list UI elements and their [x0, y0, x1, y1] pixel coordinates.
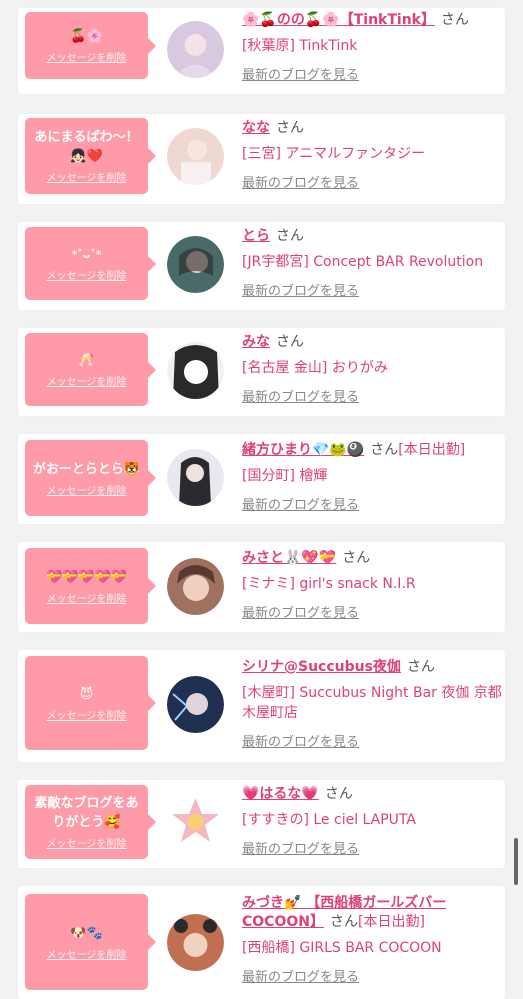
honorific: さん	[276, 334, 304, 350]
message-card: 💝💝💝💝💝 メッセージを削除 みさと🐰💖💝 さん [ミナミ] girl's sna…	[18, 542, 505, 632]
profile-info: シリナ@Succubus夜伽 さん [木屋町] Succubus Night Ba…	[242, 658, 502, 750]
message-bubble: *˚ᴗ˚* メッセージを削除	[25, 227, 156, 300]
profile-name-link[interactable]: 緒方ひまり💎🐸🎱	[242, 442, 364, 458]
avatar[interactable]	[167, 676, 224, 733]
delete-message-link[interactable]: メッセージを削除	[47, 373, 127, 388]
honorific: さん	[276, 228, 304, 244]
message-card: *˚ᴗ˚* メッセージを削除 とら さん [JR宇都宮] Concept BAR …	[18, 222, 505, 310]
delete-message-link[interactable]: メッセージを削除	[47, 590, 127, 605]
profile-info: みづき💅 【西船橋ガールズバーCOCOON】 さん[本日出勤] [西船橋] GIR…	[242, 894, 502, 985]
profile-name-link[interactable]: みさと🐰💖💝	[242, 550, 336, 566]
avatar[interactable]	[167, 794, 224, 851]
shop-name: [ミナミ] girl's snack N.I.R	[242, 576, 416, 592]
profile-name-link[interactable]: シリナ@Succubus夜伽	[242, 659, 401, 675]
avatar[interactable]	[167, 21, 224, 78]
delete-message-link[interactable]: メッセージを削除	[47, 169, 127, 184]
message-text: 😈	[79, 686, 94, 702]
profile-info: なな さん [三宮] アニマルファンタジー 最新のブログを見る	[242, 119, 502, 191]
honorific: さん	[406, 659, 435, 675]
message-text: あにまるぱわ〜！👧🏻❤️	[34, 130, 139, 164]
message-text: 💝💝💝💝💝	[46, 569, 127, 585]
latest-blog-link[interactable]: 最新のブログを見る	[242, 602, 359, 621]
message-card: 🐶🐾 メッセージを削除 みづき💅 【西船橋ガールズバーCOCOON】 さん[本日出…	[18, 886, 505, 999]
avatar[interactable]	[167, 449, 224, 506]
message-text: 🥂	[78, 353, 95, 368]
avatar[interactable]	[167, 342, 224, 399]
message-text: *˚ᴗ˚*	[71, 248, 102, 261]
latest-blog-link[interactable]: 最新のブログを見る	[242, 172, 359, 191]
profile-info: とら さん [JR宇都宮] Concept BAR Revolution 最新のブ…	[242, 227, 502, 299]
honorific: さん	[324, 786, 353, 802]
honorific: さん	[440, 12, 469, 28]
latest-blog-link[interactable]: 最新のブログを見る	[242, 386, 359, 405]
message-card: 😈 メッセージを削除 シリナ@Succubus夜伽 さん [木屋町] Succub…	[18, 650, 505, 762]
shop-name: [西船橋] GIRLS BAR COCOON	[242, 940, 442, 956]
profile-info: 🌸🍒のの🍒🌸【TinkTink】 さん [秋葉原] TinkTink 最新のブログ…	[242, 11, 502, 83]
latest-blog-link[interactable]: 最新のブログを見る	[242, 731, 359, 750]
shop-name: [三宮] アニマルファンタジー	[242, 146, 426, 162]
profile-name-link[interactable]: 🌸🍒のの🍒🌸【TinkTink】	[242, 12, 435, 28]
honorific: さん	[329, 914, 358, 930]
shop-name: [すすきの] Le ciel LAPUTA	[242, 812, 416, 828]
message-text: がおーとらとら🐯	[32, 461, 141, 477]
message-bubble: あにまるぱわ〜！👧🏻❤️ メッセージを削除	[25, 118, 156, 194]
message-text: 素敵なブログをありがとう🥰	[34, 796, 139, 830]
message-card: 素敵なブログをありがとう🥰 メッセージを削除 💗はるな💗 さん [すすきの] Le…	[18, 780, 505, 868]
delete-message-link[interactable]: メッセージを削除	[47, 49, 127, 64]
avatar[interactable]	[167, 914, 224, 971]
honorific: さん	[276, 120, 304, 136]
scrollbar[interactable]	[514, 838, 518, 885]
latest-blog-link[interactable]: 最新のブログを見る	[242, 838, 359, 857]
message-card: がおーとらとら🐯 メッセージを削除 緒方ひまり💎🐸🎱 さん[本日出勤] [国分町]…	[18, 434, 505, 524]
avatar[interactable]	[167, 236, 224, 293]
honorific: さん	[370, 442, 399, 458]
latest-blog-link[interactable]: 最新のブログを見る	[242, 494, 359, 513]
message-bubble: 😈 メッセージを削除	[25, 656, 156, 750]
shop-name: [国分町] 檜輝	[242, 468, 328, 484]
message-text: 🍒🌸	[70, 29, 103, 44]
delete-message-link[interactable]: メッセージを削除	[47, 267, 127, 282]
delete-message-link[interactable]: メッセージを削除	[47, 707, 127, 722]
message-card: 🥂 メッセージを削除 みな さん [名古屋 金山] おりがみ 最新のブログを見る	[18, 328, 505, 416]
profile-name-link[interactable]: みな	[242, 334, 270, 350]
delete-message-link[interactable]: メッセージを削除	[47, 482, 127, 497]
message-bubble: 🍒🌸 メッセージを削除	[25, 12, 156, 79]
work-status: [本日出勤]	[398, 442, 466, 458]
shop-name: [名古屋 金山] おりがみ	[242, 360, 388, 376]
delete-message-link[interactable]: メッセージを削除	[47, 835, 127, 850]
message-bubble: 🐶🐾 メッセージを削除	[25, 894, 156, 990]
delete-message-link[interactable]: メッセージを削除	[47, 946, 127, 961]
avatar[interactable]	[167, 128, 224, 185]
latest-blog-link[interactable]: 最新のブログを見る	[242, 280, 359, 299]
latest-blog-link[interactable]: 最新のブログを見る	[242, 966, 359, 985]
latest-blog-link[interactable]: 最新のブログを見る	[242, 64, 359, 83]
profile-info: 緒方ひまり💎🐸🎱 さん[本日出勤] [国分町] 檜輝 最新のブログを見る	[242, 441, 502, 513]
shop-name: [木屋町] Succubus Night Bar 夜伽 京都木屋町店	[242, 685, 502, 721]
avatar[interactable]	[167, 558, 224, 615]
message-bubble: 素敵なブログをありがとう🥰 メッセージを削除	[25, 785, 156, 859]
profile-name-link[interactable]: とら	[242, 228, 270, 244]
profile-info: みな さん [名古屋 金山] おりがみ 最新のブログを見る	[242, 333, 502, 405]
message-bubble: がおーとらとら🐯 メッセージを削除	[25, 440, 156, 516]
shop-name: [JR宇都宮] Concept BAR Revolution	[242, 254, 484, 270]
profile-info: みさと🐰💖💝 さん [ミナミ] girl's snack N.I.R 最新のブログ…	[242, 549, 502, 621]
profile-name-link[interactable]: なな	[242, 120, 270, 136]
message-text: 🐶🐾	[70, 925, 103, 941]
honorific: さん	[342, 550, 371, 566]
message-card: 🍒🌸 メッセージを削除 🌸🍒のの🍒🌸【TinkTink】 さん [秋葉原] Tin…	[18, 8, 505, 94]
message-card: あにまるぱわ〜！👧🏻❤️ メッセージを削除 なな さん [三宮] アニマルファンタ…	[18, 114, 505, 204]
work-status: [本日出勤]	[357, 914, 425, 930]
shop-name: [秋葉原] TinkTink	[242, 38, 358, 54]
profile-name-link[interactable]: 💗はるな💗	[242, 786, 319, 802]
message-bubble: 💝💝💝💝💝 メッセージを削除	[25, 548, 156, 624]
profile-info: 💗はるな💗 さん [すすきの] Le ciel LAPUTA 最新のブログを見る	[242, 785, 502, 857]
message-bubble: 🥂 メッセージを削除	[25, 333, 156, 406]
